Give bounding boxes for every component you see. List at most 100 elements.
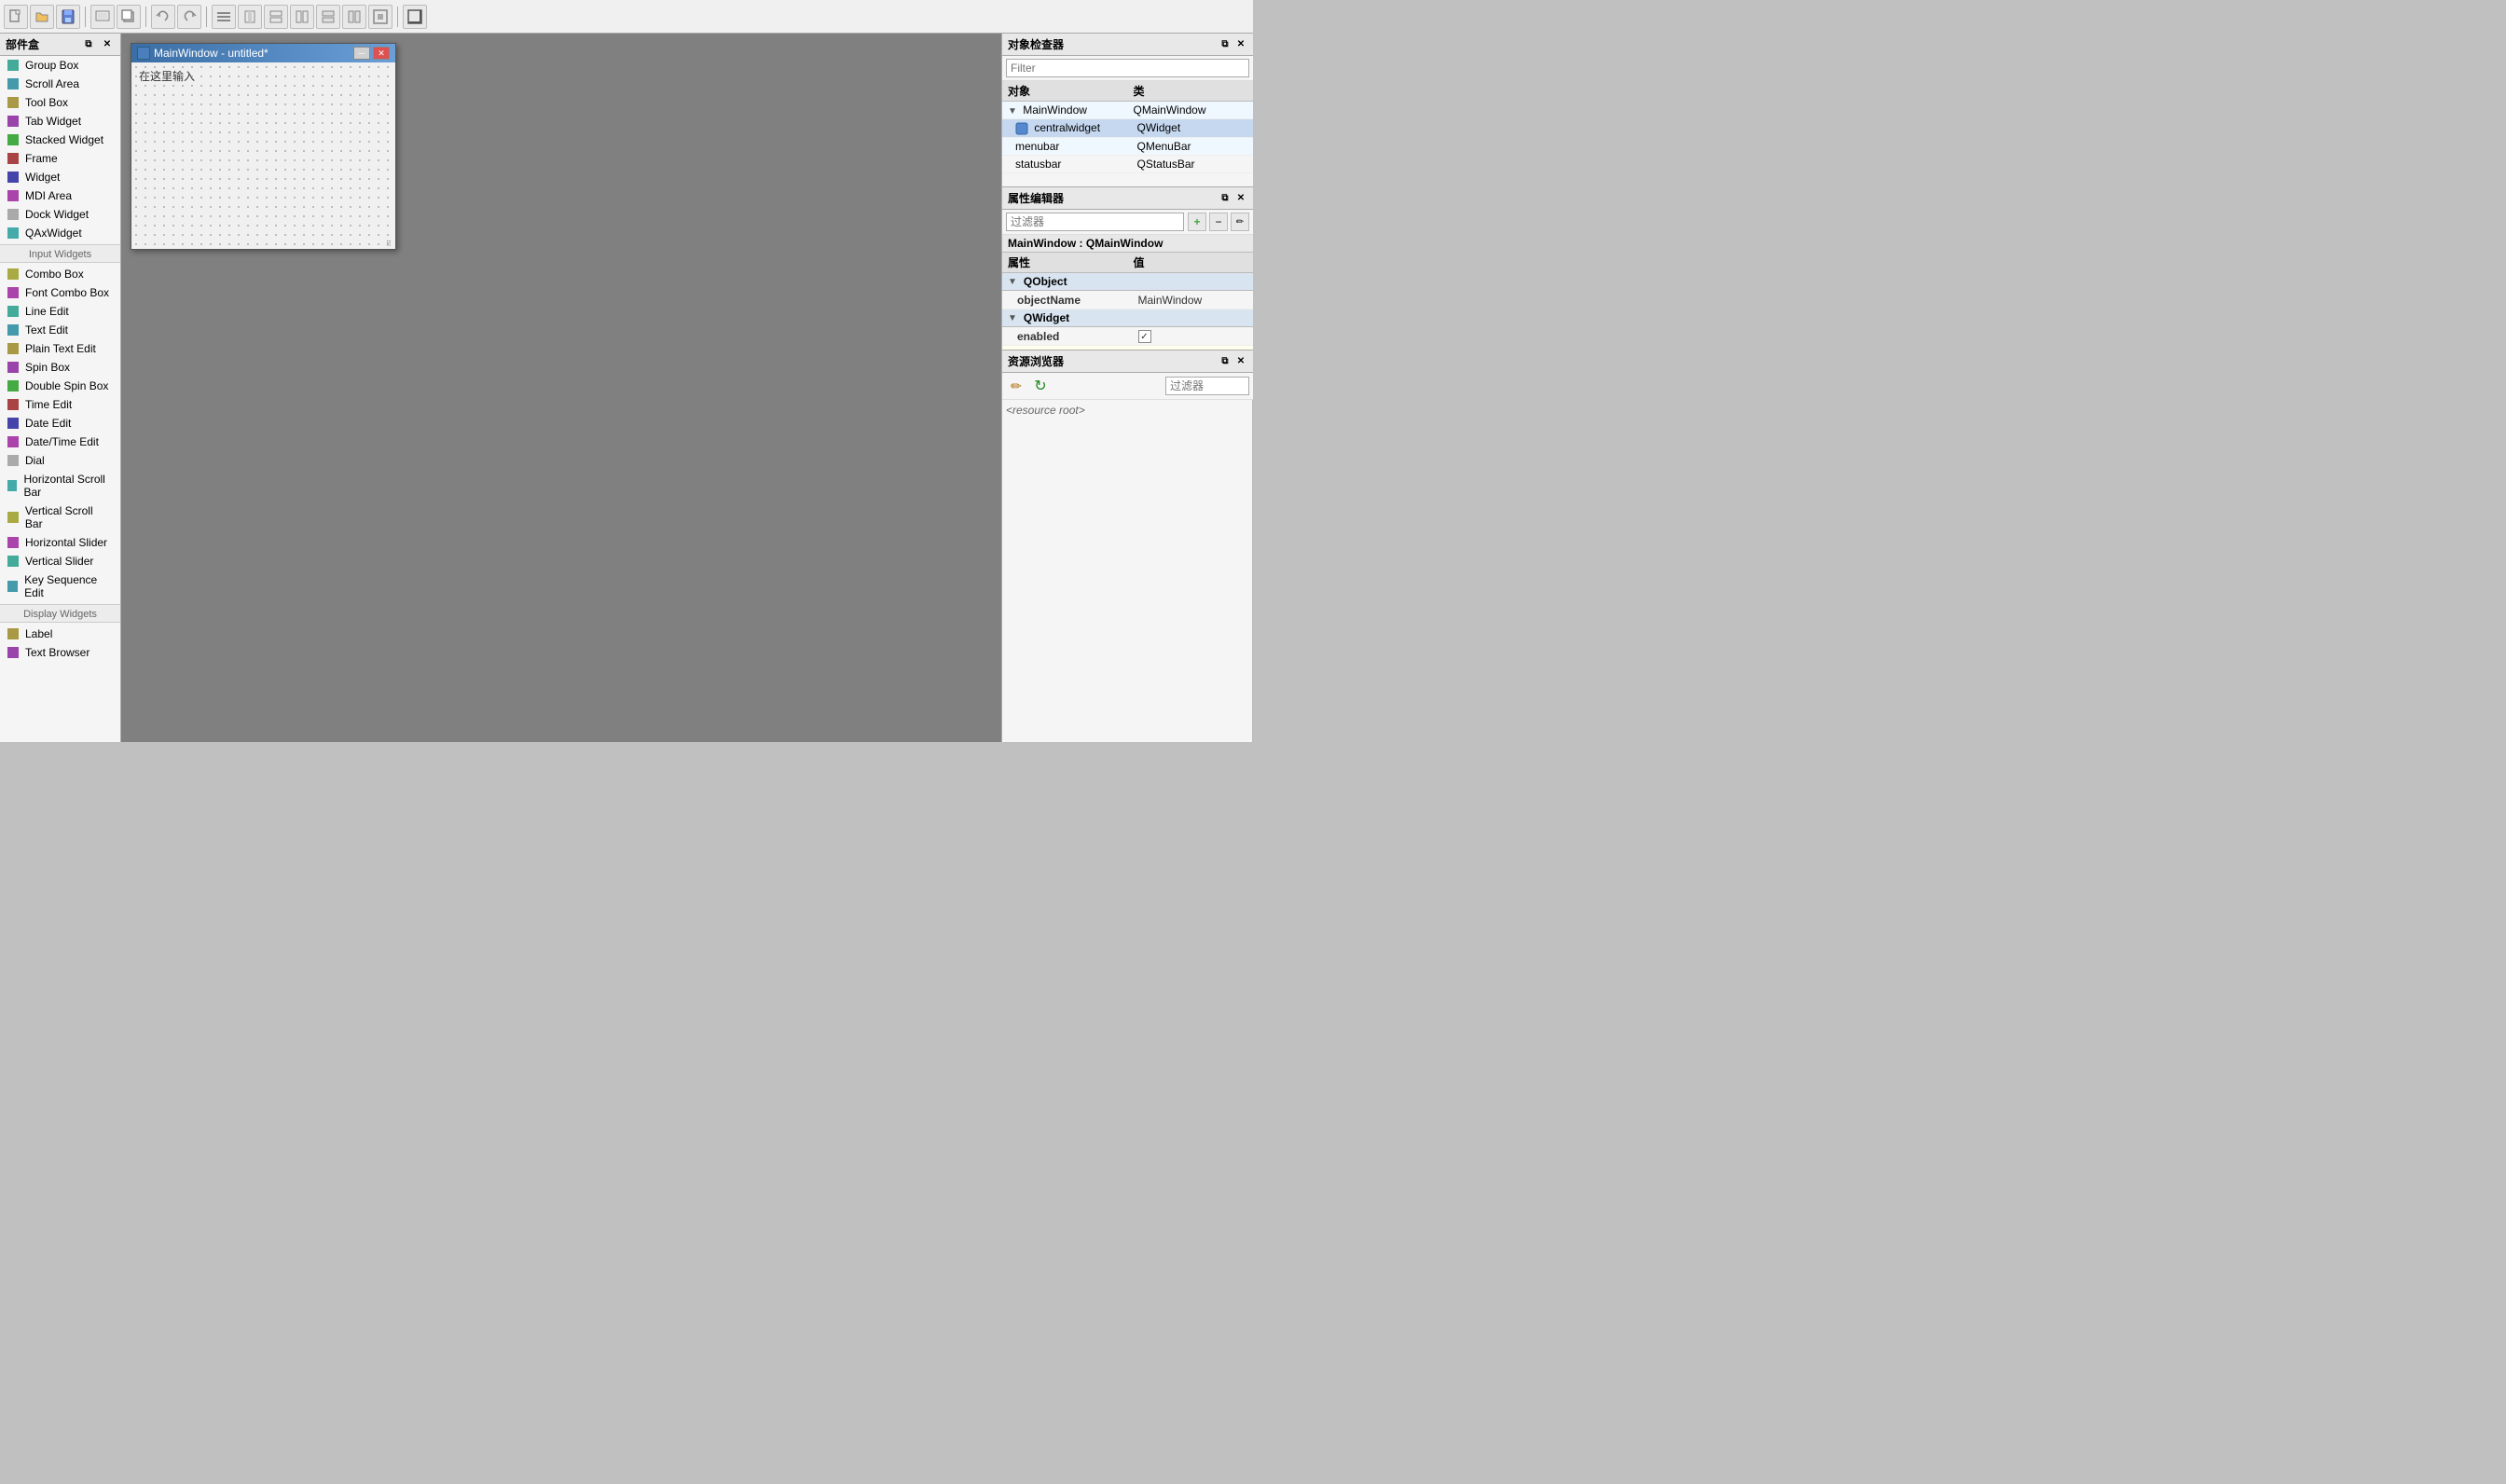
widget-item-double-spin-box[interactable]: Double Spin Box bbox=[0, 377, 120, 395]
prop-row-geometry[interactable]: ▶geometry [(0, 0), 519 x 374] bbox=[1002, 346, 1253, 350]
widget-item-label: Text Edit bbox=[25, 323, 68, 337]
widget-item-key-sequence-edit[interactable]: Key Sequence Edit bbox=[0, 570, 120, 602]
prop-value-objectname[interactable]: MainWindow bbox=[1133, 293, 1254, 308]
widget-item-dial[interactable]: Dial bbox=[0, 451, 120, 470]
widget-item-label: Plain Text Edit bbox=[25, 342, 96, 355]
toolbar-copy-btn[interactable] bbox=[117, 5, 141, 29]
object-inspector-float-btn[interactable]: ⧉ bbox=[1219, 38, 1232, 51]
resource-pencil-btn[interactable]: ✏ bbox=[1006, 376, 1026, 396]
inspector-row-mainwindow[interactable]: ▼ MainWindow QMainWindow bbox=[1002, 102, 1253, 119]
window-titlebar[interactable]: MainWindow - untitled* ─ ✕ bbox=[131, 44, 395, 62]
widget-item-font-combo-box[interactable]: Font Combo Box bbox=[0, 283, 120, 302]
widget-item-horizontal-scroll-bar[interactable]: Horizontal Scroll Bar bbox=[0, 470, 120, 502]
widget-item-tab-widget[interactable]: Tab Widget bbox=[0, 112, 120, 131]
prop-value-enabled[interactable]: ✓ bbox=[1133, 328, 1254, 345]
designer-canvas[interactable]: MainWindow - untitled* ─ ✕ 在这里输入 ⠿ bbox=[121, 34, 1001, 742]
widget-item-time-edit[interactable]: Time Edit bbox=[0, 395, 120, 414]
inspector-obj-centralwidget: centralwidget bbox=[1002, 119, 1132, 137]
prop-row-object-name[interactable]: objectName MainWindow bbox=[1002, 291, 1253, 309]
resource-browser-float-btn[interactable]: ⧉ bbox=[1219, 355, 1232, 368]
toolbar-align5-btn[interactable] bbox=[316, 5, 340, 29]
toolbar-align7-btn[interactable] bbox=[368, 5, 392, 29]
widget-item-stacked-widget[interactable]: Stacked Widget bbox=[0, 131, 120, 149]
double-spin-box-icon bbox=[7, 380, 19, 392]
widget-item-dock-widget[interactable]: Dock Widget bbox=[0, 205, 120, 224]
resource-refresh-btn[interactable]: ↻ bbox=[1030, 376, 1051, 396]
widget-box-close-btn[interactable]: ✕ bbox=[100, 37, 115, 52]
widget-item-text-edit[interactable]: Text Edit bbox=[0, 321, 120, 339]
prop-edit-icon[interactable]: ✏ bbox=[1231, 213, 1249, 231]
widget-item-vertical-slider[interactable]: Vertical Slider bbox=[0, 552, 120, 570]
widget-item-qax-widget[interactable]: QAxWidget bbox=[0, 224, 120, 242]
toolbar-undo-btn[interactable] bbox=[151, 5, 175, 29]
toolbar-align4-btn[interactable] bbox=[290, 5, 314, 29]
toolbar-align2-btn[interactable] bbox=[238, 5, 262, 29]
widget-item-label: MDI Area bbox=[25, 189, 72, 202]
toolbar-align3-btn[interactable] bbox=[264, 5, 288, 29]
font-combo-box-icon bbox=[7, 287, 19, 298]
widget-item-label: Label bbox=[25, 627, 52, 640]
prop-row-enabled[interactable]: enabled ✓ bbox=[1002, 327, 1253, 346]
prop-remove-icon[interactable]: − bbox=[1209, 213, 1228, 231]
widget-item-date-edit[interactable]: Date Edit bbox=[0, 414, 120, 433]
widget-item-label[interactable]: Label bbox=[0, 625, 120, 643]
mdi-area-icon bbox=[7, 190, 19, 201]
property-filter-input[interactable] bbox=[1006, 213, 1184, 231]
widget-item-frame[interactable]: Frame bbox=[0, 149, 120, 168]
toolbar-cut-btn[interactable] bbox=[90, 5, 115, 29]
property-editor-float-btn[interactable]: ⧉ bbox=[1219, 192, 1232, 205]
toolbar-save-btn[interactable] bbox=[56, 5, 80, 29]
widget-item-label: Frame bbox=[25, 152, 58, 165]
vertical-scroll-bar-icon bbox=[7, 512, 19, 523]
property-editor-close-btn[interactable]: ✕ bbox=[1234, 192, 1247, 205]
inspector-col-class: 类 bbox=[1128, 81, 1254, 101]
widget-item-line-edit[interactable]: Line Edit bbox=[0, 302, 120, 321]
text-edit-icon bbox=[7, 324, 19, 336]
window-content[interactable]: 在这里输入 ⠿ bbox=[131, 62, 395, 249]
widget-item-spin-box[interactable]: Spin Box bbox=[0, 358, 120, 377]
widget-item-date-time-edit[interactable]: Date/Time Edit bbox=[0, 433, 120, 451]
toolbar-new-btn[interactable] bbox=[4, 5, 28, 29]
widget-item-group-box[interactable]: Group Box bbox=[0, 56, 120, 75]
widget-item-horizontal-slider[interactable]: Horizontal Slider bbox=[0, 533, 120, 552]
qwidget-expand-icon: ▼ bbox=[1008, 313, 1017, 323]
widget-item-combo-box[interactable]: Combo Box bbox=[0, 265, 120, 283]
inspector-obj-statusbar: statusbar bbox=[1002, 156, 1132, 172]
window-resize-handle[interactable]: ⠿ bbox=[386, 240, 393, 247]
object-inspector-close-btn[interactable]: ✕ bbox=[1234, 38, 1247, 51]
resource-browser-close-btn[interactable]: ✕ bbox=[1234, 355, 1247, 368]
widget-item-vertical-scroll-bar[interactable]: Vertical Scroll Bar bbox=[0, 502, 120, 533]
widget-item-mdi-area[interactable]: MDI Area bbox=[0, 186, 120, 205]
widget-item-label: Stacked Widget bbox=[25, 133, 103, 146]
widget-item-text-browser[interactable]: Text Browser bbox=[0, 643, 120, 662]
enabled-checkbox[interactable]: ✓ bbox=[1138, 330, 1151, 343]
widget-item-plain-text-edit[interactable]: Plain Text Edit bbox=[0, 339, 120, 358]
window-minimize-btn[interactable]: ─ bbox=[353, 47, 370, 60]
object-inspector-filter-bar bbox=[1002, 56, 1253, 81]
widget-box-float-btn[interactable]: ⧉ bbox=[81, 37, 96, 52]
prop-add-icon[interactable]: + bbox=[1188, 213, 1206, 231]
object-inspector-title: 对象检查器 bbox=[1008, 36, 1064, 52]
statusbar-label: statusbar bbox=[1015, 158, 1061, 171]
widget-item-widget[interactable]: Widget bbox=[0, 168, 120, 186]
date-time-edit-icon bbox=[7, 436, 19, 447]
toolbar-open-btn[interactable] bbox=[30, 5, 54, 29]
property-object-title: MainWindow : QMainWindow bbox=[1002, 235, 1253, 253]
prop-section-qobject[interactable]: ▼ QObject bbox=[1002, 273, 1253, 291]
key-sequence-edit-icon bbox=[7, 581, 18, 592]
resource-tree[interactable]: <resource root> bbox=[1002, 400, 1253, 742]
widget-item-scroll-area[interactable]: Scroll Area bbox=[0, 75, 120, 93]
inspector-row-statusbar[interactable]: statusbar QStatusBar bbox=[1002, 156, 1253, 173]
object-inspector-filter-input[interactable] bbox=[1006, 59, 1249, 77]
inspector-row-centralwidget[interactable]: centralwidget QWidget bbox=[1002, 119, 1253, 138]
toolbar-align1-btn[interactable] bbox=[212, 5, 236, 29]
toolbar-redo-btn[interactable] bbox=[177, 5, 201, 29]
toolbar-resize-btn[interactable] bbox=[403, 5, 427, 29]
window-close-btn[interactable]: ✕ bbox=[373, 47, 390, 60]
resource-filter-input[interactable] bbox=[1165, 377, 1249, 395]
inspector-row-menubar[interactable]: menubar QMenuBar bbox=[1002, 138, 1253, 156]
prop-section-qwidget[interactable]: ▼ QWidget bbox=[1002, 309, 1253, 327]
toolbar-align6-btn[interactable] bbox=[342, 5, 366, 29]
widget-item-tool-box[interactable]: Tool Box bbox=[0, 93, 120, 112]
tab-widget-icon bbox=[7, 116, 19, 127]
